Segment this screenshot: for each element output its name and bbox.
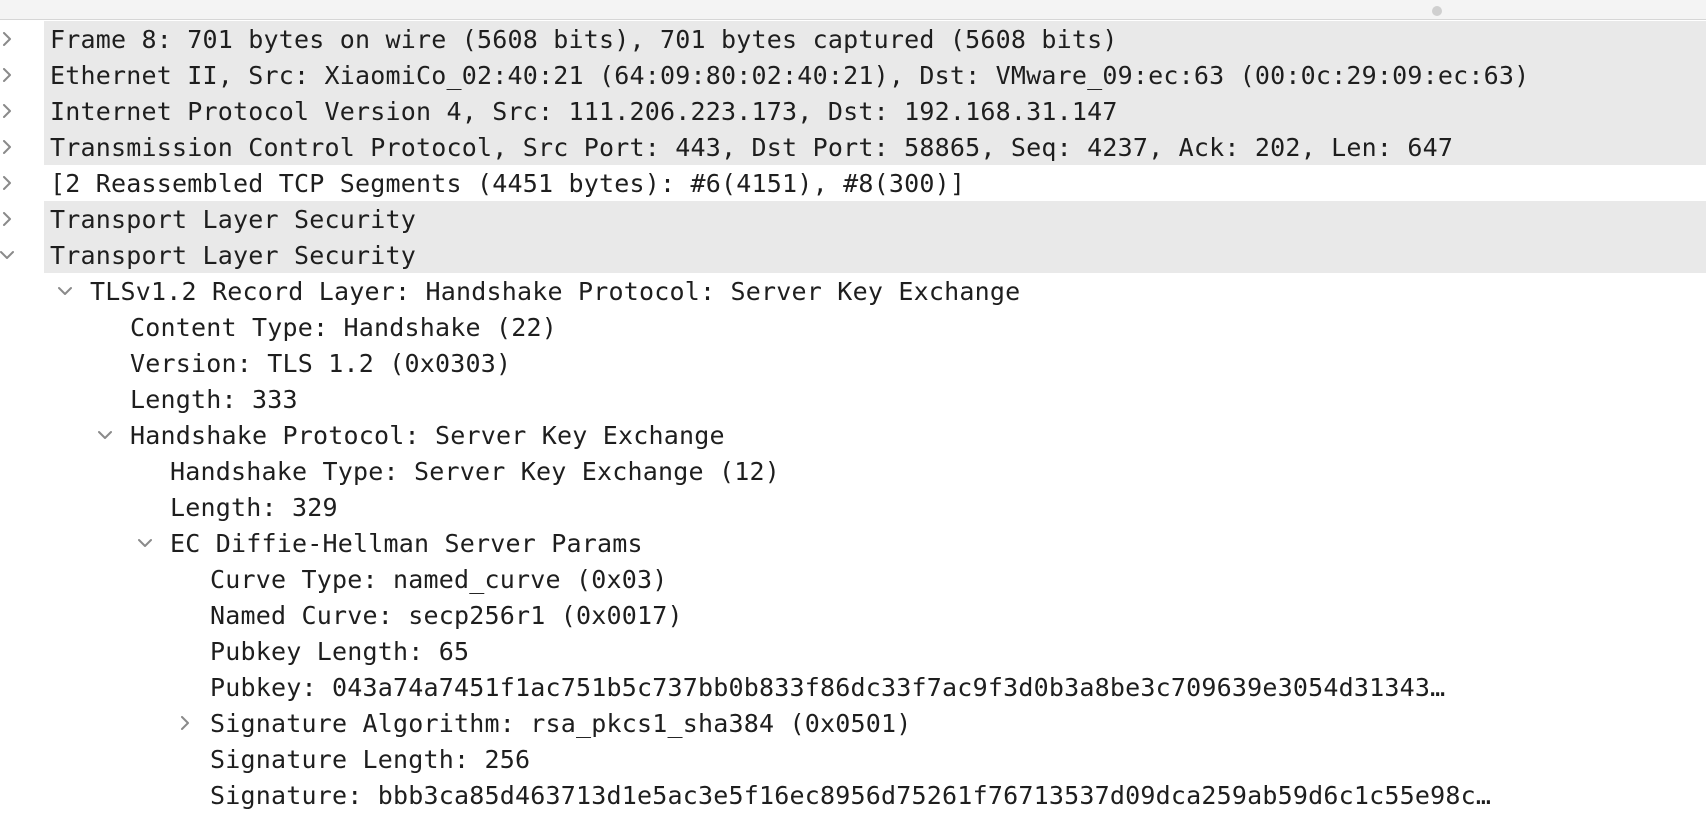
tree-row-signature-length[interactable]: Signature Length: 256 xyxy=(0,741,1706,777)
tree-row-content-type[interactable]: Content Type: Handshake (22) xyxy=(0,309,1706,345)
tree-row-frame[interactable]: Frame 8: 701 bytes on wire (5608 bits), … xyxy=(3,21,1706,57)
tree-row-label: TLSv1.2 Record Layer: Handshake Protocol… xyxy=(90,276,1021,306)
tree-row-reassembled[interactable]: [2 Reassembled TCP Segments (4451 bytes)… xyxy=(3,165,1706,201)
packet-details-pane: Frame 8: 701 bytes on wire (5608 bits), … xyxy=(0,0,1706,816)
tree-row-tls-collapsed[interactable]: Transport Layer Security xyxy=(3,201,1706,237)
tree-row-pubkey[interactable]: Pubkey: 043a74a7451f1ac751b5c737bb0b833f… xyxy=(0,669,1706,705)
packet-detail-tree: Frame 8: 701 bytes on wire (5608 bits), … xyxy=(0,21,1706,813)
tree-row-length[interactable]: Length: 333 xyxy=(0,381,1706,417)
chevron-right-icon[interactable] xyxy=(0,201,20,237)
tree-row-label: Pubkey Length: 65 xyxy=(210,636,470,666)
chevron-right-icon[interactable] xyxy=(0,165,20,201)
tree-row-label: [2 Reassembled TCP Segments (4451 bytes)… xyxy=(50,168,966,198)
scrollbar-thumb[interactable] xyxy=(1432,6,1442,16)
chevron-right-icon[interactable] xyxy=(0,93,20,129)
tree-row-curve-type[interactable]: Curve Type: named_curve (0x03) xyxy=(0,561,1706,597)
tree-row-label: Named Curve: secp256r1 (0x0017) xyxy=(210,600,683,630)
tree-row-handshake-type[interactable]: Handshake Type: Server Key Exchange (12) xyxy=(0,453,1706,489)
tree-row-signature-algorithm[interactable]: Signature Algorithm: rsa_pkcs1_sha384 (0… xyxy=(0,705,1706,741)
chevron-down-icon[interactable] xyxy=(132,525,158,561)
tree-row-label: Handshake Type: Server Key Exchange (12) xyxy=(170,456,781,486)
tree-row-label: Frame 8: 701 bytes on wire (5608 bits), … xyxy=(50,24,1118,54)
tree-row-label: Content Type: Handshake (22) xyxy=(130,312,558,342)
chevron-down-icon[interactable] xyxy=(92,417,118,453)
tree-row-label: Internet Protocol Version 4, Src: 111.20… xyxy=(50,96,1118,126)
tree-row-label: Transmission Control Protocol, Src Port:… xyxy=(50,132,1454,162)
tree-row-ethernet[interactable]: Ethernet II, Src: XiaomiCo_02:40:21 (64:… xyxy=(3,57,1706,93)
tree-row-label: Handshake Protocol: Server Key Exchange xyxy=(130,420,725,450)
tree-row-label: Signature Length: 256 xyxy=(210,744,531,774)
chevron-right-icon[interactable] xyxy=(0,21,20,57)
tree-row-label: Length: 329 xyxy=(170,492,338,522)
tree-row-label: Curve Type: named_curve (0x03) xyxy=(210,564,668,594)
tree-row-label: Ethernet II, Src: XiaomiCo_02:40:21 (64:… xyxy=(50,60,1530,90)
tree-row-signature[interactable]: Signature: bbb3ca85d463713d1e5ac3e5f16ec… xyxy=(0,777,1706,813)
tree-row-record-layer[interactable]: TLSv1.2 Record Layer: Handshake Protocol… xyxy=(0,273,1706,309)
chevron-right-icon[interactable] xyxy=(0,129,20,165)
chevron-down-icon[interactable] xyxy=(52,273,78,309)
horizontal-scrollbar[interactable] xyxy=(0,0,1706,20)
tree-row-label: Transport Layer Security xyxy=(50,204,417,234)
chevron-right-icon[interactable] xyxy=(172,705,198,741)
tree-row-label: EC Diffie-Hellman Server Params xyxy=(170,528,643,558)
tree-row-label: Pubkey: 043a74a7451f1ac751b5c737bb0b833f… xyxy=(210,672,1446,702)
tree-row-tcp[interactable]: Transmission Control Protocol, Src Port:… xyxy=(3,129,1706,165)
tree-row-pubkey-length[interactable]: Pubkey Length: 65 xyxy=(0,633,1706,669)
tree-row-version[interactable]: Version: TLS 1.2 (0x0303) xyxy=(0,345,1706,381)
tree-row-handshake-protocol[interactable]: Handshake Protocol: Server Key Exchange xyxy=(0,417,1706,453)
chevron-down-icon[interactable] xyxy=(0,237,20,273)
chevron-right-icon[interactable] xyxy=(0,57,20,93)
tree-row-ipv4[interactable]: Internet Protocol Version 4, Src: 111.20… xyxy=(3,93,1706,129)
tree-row-label: Length: 333 xyxy=(130,384,298,414)
tree-row-label: Version: TLS 1.2 (0x0303) xyxy=(130,348,512,378)
tree-row-handshake-length[interactable]: Length: 329 xyxy=(0,489,1706,525)
tree-row-label: Signature: bbb3ca85d463713d1e5ac3e5f16ec… xyxy=(210,780,1492,810)
tree-row-named-curve[interactable]: Named Curve: secp256r1 (0x0017) xyxy=(0,597,1706,633)
tree-row-label: Signature Algorithm: rsa_pkcs1_sha384 (0… xyxy=(210,708,912,738)
tree-row-tls-expanded[interactable]: Transport Layer Security xyxy=(0,237,1706,273)
tree-row-label: Transport Layer Security xyxy=(50,240,417,270)
tree-row-ecdh-params[interactable]: EC Diffie-Hellman Server Params xyxy=(0,525,1706,561)
